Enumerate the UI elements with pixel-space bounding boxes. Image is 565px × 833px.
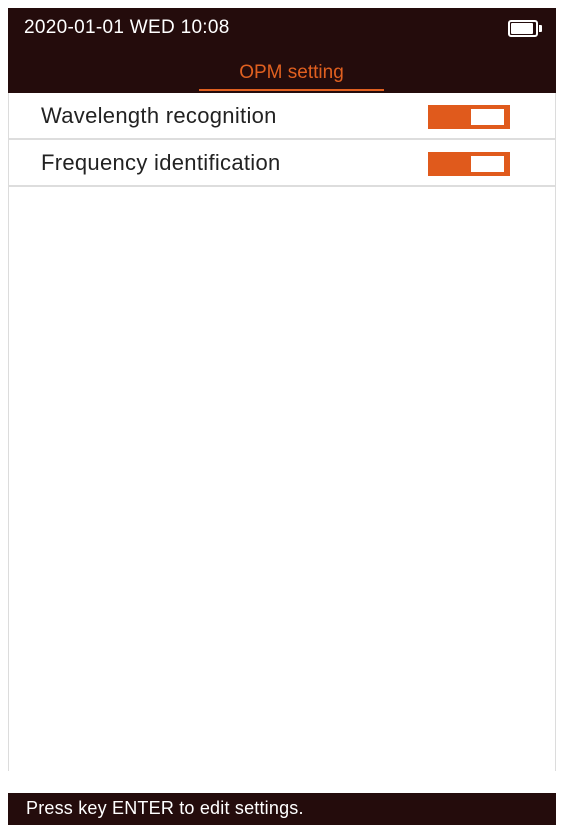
date-time: 2020-01-01 WED 10:08 [24,17,230,38]
setting-row-wavelength-recognition[interactable]: Wavelength recognition [9,93,555,140]
toggle-knob [471,109,504,125]
setting-row-frequency-identification[interactable]: Frequency identification [9,140,555,187]
tab-opm-setting[interactable]: OPM setting [199,58,384,91]
footer-bar: Press key ENTER to edit settings. [8,793,556,825]
footer-hint: Press key ENTER to edit settings. [26,798,304,818]
device-screen: 2020-01-01 WED 10:08 OPM setting Wavelen… [8,8,556,825]
frequency-identification-toggle[interactable] [428,152,510,176]
settings-list: Wavelength recognition Frequency identif… [8,93,556,771]
battery-icon [508,20,542,37]
wavelength-recognition-toggle[interactable] [428,105,510,129]
setting-label: Frequency identification [41,150,281,175]
toggle-knob [471,156,504,172]
header-bar: 2020-01-01 WED 10:08 OPM setting [8,8,556,93]
setting-label: Wavelength recognition [41,103,277,128]
